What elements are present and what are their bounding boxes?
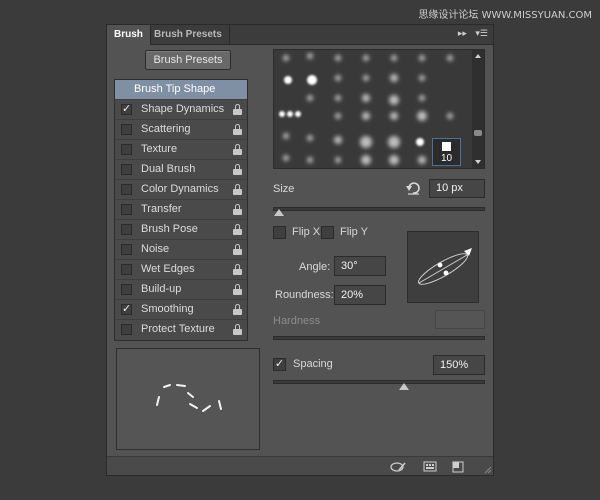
- brush-tip-grid[interactable]: 10: [273, 49, 485, 169]
- checkbox[interactable]: ✓: [121, 304, 132, 315]
- spacing-checkbox[interactable]: ✓: [273, 358, 286, 371]
- tab-brush[interactable]: Brush: [107, 25, 151, 45]
- lock-icon[interactable]: [233, 244, 242, 255]
- brush-panel: Brush Brush Presets ▸▸ ▾☰ Brush Presets …: [106, 24, 494, 476]
- flip-x-label: Flip X: [292, 226, 321, 238]
- option-label: Build-up: [141, 283, 182, 295]
- lock-icon[interactable]: [233, 164, 242, 175]
- scroll-up-icon[interactable]: [475, 54, 481, 58]
- size-label: Size: [273, 183, 295, 195]
- lock-icon[interactable]: [233, 144, 242, 155]
- panel-controls: ▸▸ ▾☰: [452, 28, 488, 39]
- lock-icon[interactable]: [233, 124, 242, 135]
- angle-label: Angle:: [299, 261, 331, 273]
- lock-icon[interactable]: [233, 304, 242, 315]
- option-protect-texture[interactable]: Protect Texture: [115, 320, 247, 340]
- option-texture[interactable]: Texture: [115, 140, 247, 160]
- hardness-slider: [273, 336, 485, 340]
- size-slider-handle[interactable]: [274, 209, 285, 216]
- option-color-dynamics[interactable]: Color Dynamics: [115, 180, 247, 200]
- option-label: Scattering: [141, 123, 191, 135]
- stroke-preview: [116, 348, 260, 450]
- option-label: Brush Pose: [141, 223, 198, 235]
- checkbox[interactable]: [121, 184, 132, 195]
- option-brush-pose[interactable]: Brush Pose: [115, 220, 247, 240]
- option-dual-brush[interactable]: Dual Brush: [115, 160, 247, 180]
- option-label: Noise: [141, 243, 170, 255]
- scroll-thumb[interactable]: [474, 130, 482, 136]
- checkbox[interactable]: [121, 264, 132, 275]
- checkbox[interactable]: [121, 144, 132, 155]
- panel-footer: [107, 456, 493, 475]
- reset-size-icon[interactable]: [405, 181, 421, 195]
- option-scattering[interactable]: Scattering: [115, 120, 247, 140]
- option-label: Protect Texture: [141, 323, 215, 335]
- lock-icon[interactable]: [233, 264, 242, 275]
- stroke-preview-graphic: [156, 384, 222, 412]
- brush-tip-size: 10: [440, 153, 453, 164]
- checkbox[interactable]: [121, 284, 132, 295]
- option-label: Texture: [141, 143, 178, 155]
- brush-presets-button[interactable]: Brush Presets: [145, 50, 231, 70]
- spacing-label: Spacing: [293, 358, 333, 370]
- flip-x-checkbox[interactable]: [273, 226, 286, 239]
- watermark: 思缘设计论坛 WWW.MISSYUAN.COM: [418, 10, 592, 21]
- collapse-icon[interactable]: ▸▸: [458, 28, 467, 38]
- spacing-slider-handle[interactable]: [399, 383, 410, 390]
- tab-brush-presets[interactable]: Brush Presets: [147, 25, 230, 44]
- lock-icon[interactable]: [233, 224, 242, 235]
- option-brush-tip-shape[interactable]: Brush Tip Shape: [115, 80, 247, 100]
- spacing-field[interactable]: 150%: [433, 355, 485, 375]
- hardness-label: Hardness: [273, 315, 321, 327]
- option-wet-edges[interactable]: Wet Edges: [115, 260, 247, 280]
- panel-menu-icon[interactable]: ▾☰: [475, 28, 488, 38]
- flip-y-checkbox[interactable]: [321, 226, 334, 239]
- angle-field[interactable]: 30°: [334, 256, 386, 276]
- checkbox[interactable]: [121, 244, 132, 255]
- option-shape-dynamics[interactable]: ✓ Shape Dynamics: [115, 100, 247, 120]
- checkbox[interactable]: [121, 324, 132, 335]
- tab-bar: Brush Brush Presets ▸▸ ▾☰: [107, 25, 493, 45]
- option-transfer[interactable]: Transfer: [115, 200, 247, 220]
- lock-icon[interactable]: [233, 104, 242, 115]
- scroll-down-icon[interactable]: [475, 160, 481, 164]
- option-label: Shape Dynamics: [141, 103, 225, 115]
- option-label: Color Dynamics: [141, 183, 219, 195]
- option-label: Dual Brush: [141, 163, 196, 175]
- checkbox[interactable]: [121, 164, 132, 175]
- checkbox[interactable]: [121, 204, 132, 215]
- option-label: Smoothing: [141, 303, 194, 315]
- option-label: Wet Edges: [141, 263, 195, 275]
- brush-options-list: Brush Tip Shape ✓ Shape Dynamics Scatter…: [114, 79, 248, 341]
- checkbox[interactable]: [121, 124, 132, 135]
- checkbox[interactable]: ✓: [121, 104, 132, 115]
- size-slider[interactable]: [273, 207, 485, 211]
- tip-grid-scrollbar[interactable]: [472, 50, 484, 168]
- roundness-field[interactable]: 20%: [334, 285, 386, 305]
- hardness-field: [435, 310, 485, 329]
- selected-brush-tip[interactable]: 10: [432, 138, 461, 166]
- roundness-label: Roundness:: [275, 289, 334, 301]
- new-brush-icon[interactable]: [451, 461, 465, 473]
- lock-icon[interactable]: [233, 284, 242, 295]
- resize-grip-icon[interactable]: [484, 466, 492, 474]
- option-label: Transfer: [141, 203, 182, 215]
- spacing-slider[interactable]: [273, 380, 485, 384]
- angle-roundness-preview[interactable]: [407, 231, 479, 303]
- checkbox[interactable]: [121, 224, 132, 235]
- option-build-up[interactable]: Build-up: [115, 280, 247, 300]
- brush-grid-icon[interactable]: [423, 461, 437, 473]
- lock-icon[interactable]: [233, 324, 242, 335]
- option-noise[interactable]: Noise: [115, 240, 247, 260]
- toggle-live-tip-icon[interactable]: [389, 461, 407, 473]
- brush-angle-ellipse-icon: [418, 248, 472, 285]
- lock-icon[interactable]: [233, 204, 242, 215]
- option-smoothing[interactable]: ✓ Smoothing: [115, 300, 247, 320]
- lock-icon[interactable]: [233, 184, 242, 195]
- size-field[interactable]: 10 px: [429, 179, 485, 198]
- brush-tip-square-icon: [442, 142, 451, 151]
- flip-y-label: Flip Y: [340, 226, 368, 238]
- option-label: Brush Tip Shape: [134, 83, 216, 95]
